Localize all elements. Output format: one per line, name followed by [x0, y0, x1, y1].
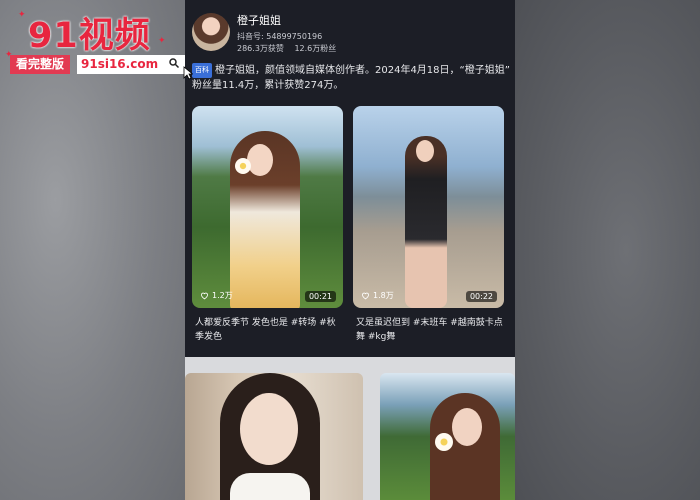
video-caption-1[interactable]: 人都爱反季节 发色也是 #转场 #秋季发色	[195, 316, 343, 344]
heart-icon	[362, 292, 369, 300]
flower-hairpin	[435, 433, 453, 451]
avatar[interactable]	[192, 13, 230, 51]
cursor-icon	[183, 66, 193, 80]
video-thumbnail-face	[240, 393, 298, 465]
watermark-subtitle: 看完整版	[10, 55, 71, 74]
video-likes: 1.2万	[200, 290, 233, 301]
profile-page: 橙子姐姐 抖音号: 54899750196 286.3万获赞 12.6万粉丝 百…	[185, 0, 515, 500]
video-card-2[interactable]: 1.8万 00:22	[353, 106, 504, 308]
sparkle-decoration: ✦	[18, 10, 26, 20]
background-right-blur	[515, 0, 700, 500]
video-likes: 1.8万	[361, 290, 394, 301]
profile-stats: 286.3万获赞 12.6万粉丝	[237, 43, 344, 54]
video-likes-count: 1.2万	[212, 291, 233, 300]
description-line-1: 橙子姐姐，颜值领域自媒体创作者。2024年4月18日，“橙子姐姐”	[215, 65, 510, 76]
baike-tag[interactable]: 百科	[192, 63, 212, 78]
profile-description: 百科 橙子姐姐，颜值领域自媒体创作者。2024年4月18日，“橙子姐姐” 粉丝量1…	[192, 63, 514, 93]
video-thumbnail-face	[452, 408, 482, 446]
description-line-2: 粉丝量11.4万，累计获赞274万。	[192, 80, 344, 91]
heart-icon	[201, 292, 208, 300]
video-duration: 00:22	[465, 291, 497, 302]
video-duration: 00:21	[304, 291, 336, 302]
followers-count: 12.6万粉丝	[294, 44, 337, 53]
video-card-1[interactable]: 1.2万 00:21	[192, 106, 343, 308]
video-card-3[interactable]	[185, 373, 363, 500]
watermark-logo-title: 91视频	[28, 16, 151, 56]
background-left-blur	[0, 0, 185, 500]
profile-name: 橙子姐姐	[237, 14, 281, 27]
video-thumbnail-face	[247, 144, 273, 176]
video-caption-2[interactable]: 又是虽迟但到 #末班车 #越南鼓卡点舞 #kg舞	[356, 316, 504, 344]
sparkle-decoration: ✦	[158, 36, 166, 46]
likes-count: 286.3万获赞	[237, 44, 284, 53]
video-card-4[interactable]	[380, 373, 515, 500]
account-id: 抖音号: 54899750196	[237, 32, 323, 41]
video-thumbnail-face	[416, 140, 434, 162]
search-icon	[169, 58, 180, 69]
video-thumbnail-shirt	[230, 473, 310, 500]
flower-hairpin	[235, 158, 251, 174]
video-likes-count: 1.8万	[373, 291, 394, 300]
